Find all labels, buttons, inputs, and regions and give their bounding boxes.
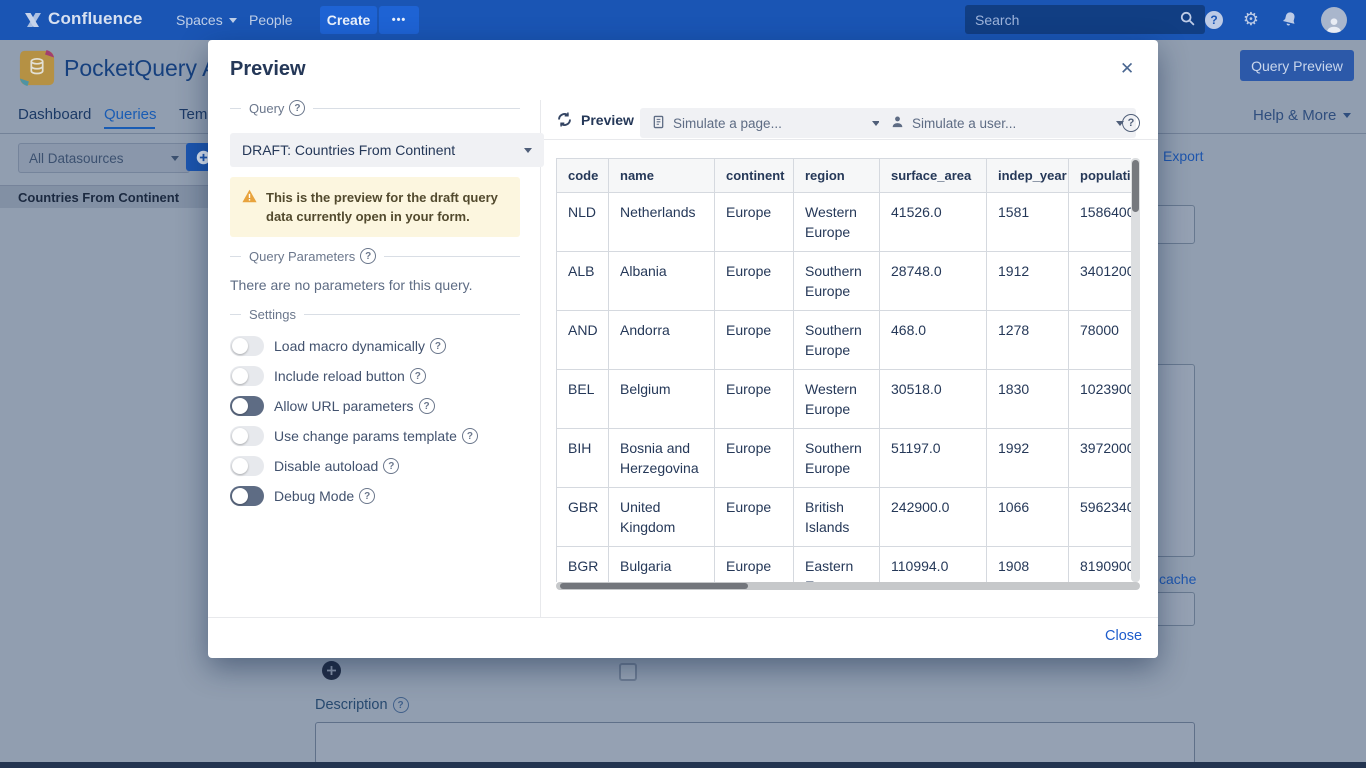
column-header: continent <box>715 159 794 193</box>
datasource-filter-select[interactable]: All Datasources <box>18 143 190 173</box>
tab-queries[interactable]: Queries <box>104 106 157 123</box>
refresh-preview-button[interactable]: Preview <box>556 111 634 128</box>
plus-icon <box>327 666 336 675</box>
table-row: ALB Albania Europe Southern Europe 28748… <box>557 252 1132 311</box>
column-header: population <box>1069 159 1132 193</box>
load-macro-dynamically-toggle[interactable] <box>230 336 264 356</box>
dialog-title: Preview <box>230 58 306 81</box>
column-header: name <box>609 159 715 193</box>
chevron-down-icon <box>1343 113 1351 118</box>
toggle-row-include-reload: Include reload button <box>230 366 426 386</box>
cache-link[interactable]: cache <box>1159 571 1196 587</box>
page-icon <box>652 115 665 132</box>
close-icon[interactable] <box>1120 59 1134 79</box>
draft-warning-message: This is the preview for the draft query … <box>230 177 520 237</box>
brand-title[interactable]: Confluence <box>48 9 143 29</box>
column-header: indep_year <box>987 159 1069 193</box>
settings-gear-icon[interactable] <box>1241 9 1261 29</box>
description-help-icon[interactable] <box>393 697 409 713</box>
query-list-item-selected[interactable]: Countries From Continent <box>0 185 208 208</box>
description-label: Description <box>315 697 409 713</box>
result-table: code name continent region surface_area … <box>556 158 1131 582</box>
toggle-help-icon[interactable] <box>359 488 375 504</box>
user-avatar[interactable] <box>1321 7 1347 33</box>
footer-divider <box>208 617 1158 618</box>
nav-people[interactable]: People <box>249 12 293 28</box>
search-icon[interactable] <box>1180 11 1195 29</box>
toggle-row-debug-mode: Debug Mode <box>230 486 375 506</box>
result-table-container: code name continent region surface_area … <box>556 158 1131 582</box>
refresh-icon <box>556 111 573 128</box>
help-and-more-menu[interactable]: Help & More <box>1253 107 1351 124</box>
chevron-down-icon <box>229 18 237 23</box>
search-placeholder: Search <box>975 12 1019 28</box>
description-textarea[interactable] <box>315 722 1195 764</box>
settings-section-legend: Settings <box>230 307 520 322</box>
vertical-scrollbar-thumb[interactable] <box>1132 160 1139 212</box>
toggle-row-disable-autoload: Disable autoload <box>230 456 399 476</box>
table-row: AND Andorra Europe Southern Europe 468.0… <box>557 311 1132 370</box>
table-row: NLD Netherlands Europe Western Europe 41… <box>557 193 1132 252</box>
horizontal-scrollbar[interactable] <box>556 582 1140 590</box>
preview-dialog: Preview Query DRAFT: Countries From Cont… <box>208 40 1158 658</box>
chevron-down-icon <box>524 148 532 153</box>
table-row: GBR United Kingdom Europe British Island… <box>557 488 1132 547</box>
table-header-row: code name continent region surface_area … <box>557 159 1132 193</box>
page-title: PocketQuery A <box>64 55 217 82</box>
preview-help-icon[interactable] <box>1122 114 1140 132</box>
column-header: code <box>557 159 609 193</box>
close-button[interactable]: Close <box>1105 628 1142 644</box>
query-preview-button[interactable]: Query Preview <box>1240 50 1354 81</box>
horizontal-scrollbar-thumb[interactable] <box>560 583 748 589</box>
toggle-help-icon[interactable] <box>410 368 426 384</box>
column-header: surface_area <box>880 159 987 193</box>
create-button[interactable]: Create <box>320 6 377 34</box>
debug-mode-toggle[interactable] <box>230 486 264 506</box>
query-select[interactable]: DRAFT: Countries From Continent <box>230 133 544 167</box>
toggle-help-icon[interactable] <box>462 428 478 444</box>
toolbar-divider <box>541 139 1158 140</box>
use-change-params-template-toggle[interactable] <box>230 426 264 446</box>
parameters-help-icon[interactable] <box>360 248 376 264</box>
add-parameter-button[interactable] <box>322 661 341 680</box>
active-tab-underline <box>104 127 155 129</box>
query-section-legend: Query <box>230 100 520 116</box>
user-icon <box>891 115 904 131</box>
help-icon[interactable] <box>1205 11 1223 29</box>
table-row: BEL Belgium Europe Western Europe 30518.… <box>557 370 1132 429</box>
table-row: BIH Bosnia and Herzegovina Europe Southe… <box>557 429 1132 488</box>
panel-divider <box>540 100 541 617</box>
toggle-help-icon[interactable] <box>383 458 399 474</box>
nav-spaces[interactable]: Spaces <box>176 12 237 28</box>
toggle-row-load-macro: Load macro dynamically <box>230 336 446 356</box>
table-row: BGR Bulgaria Europe Eastern Europe 11099… <box>557 547 1132 583</box>
top-navigation: Confluence Spaces People Create ••• Sear… <box>0 0 1366 40</box>
parameters-section-legend: Query Parameters <box>230 248 520 264</box>
pocketquery-logo-icon <box>18 49 56 87</box>
create-more-button[interactable]: ••• <box>379 6 419 34</box>
bottom-strip <box>0 762 1366 768</box>
screen: Confluence Spaces People Create ••• Sear… <box>0 0 1366 768</box>
tab-dashboard[interactable]: Dashboard <box>18 106 91 123</box>
query-help-icon[interactable] <box>289 100 305 116</box>
background-checkbox[interactable] <box>619 663 637 681</box>
toggle-row-change-params-template: Use change params template <box>230 426 478 446</box>
disable-autoload-toggle[interactable] <box>230 456 264 476</box>
simulate-user-select[interactable]: Simulate a user... <box>879 108 1136 138</box>
toggle-help-icon[interactable] <box>430 338 446 354</box>
include-reload-button-toggle[interactable] <box>230 366 264 386</box>
column-header: region <box>794 159 880 193</box>
no-parameters-message: There are no parameters for this query. <box>230 277 473 293</box>
confluence-logo-icon[interactable] <box>24 11 42 29</box>
chevron-down-icon <box>171 156 179 161</box>
toggle-help-icon[interactable] <box>419 398 435 414</box>
vertical-scrollbar[interactable] <box>1131 158 1140 582</box>
notifications-bell-icon[interactable] <box>1280 10 1298 28</box>
warning-icon <box>242 189 257 226</box>
simulate-page-select[interactable]: Simulate a page... <box>640 108 892 138</box>
search-input[interactable]: Search <box>965 5 1205 34</box>
export-link[interactable]: Export <box>1163 148 1203 164</box>
toggle-row-allow-url-params: Allow URL parameters <box>230 396 435 416</box>
allow-url-parameters-toggle[interactable] <box>230 396 264 416</box>
